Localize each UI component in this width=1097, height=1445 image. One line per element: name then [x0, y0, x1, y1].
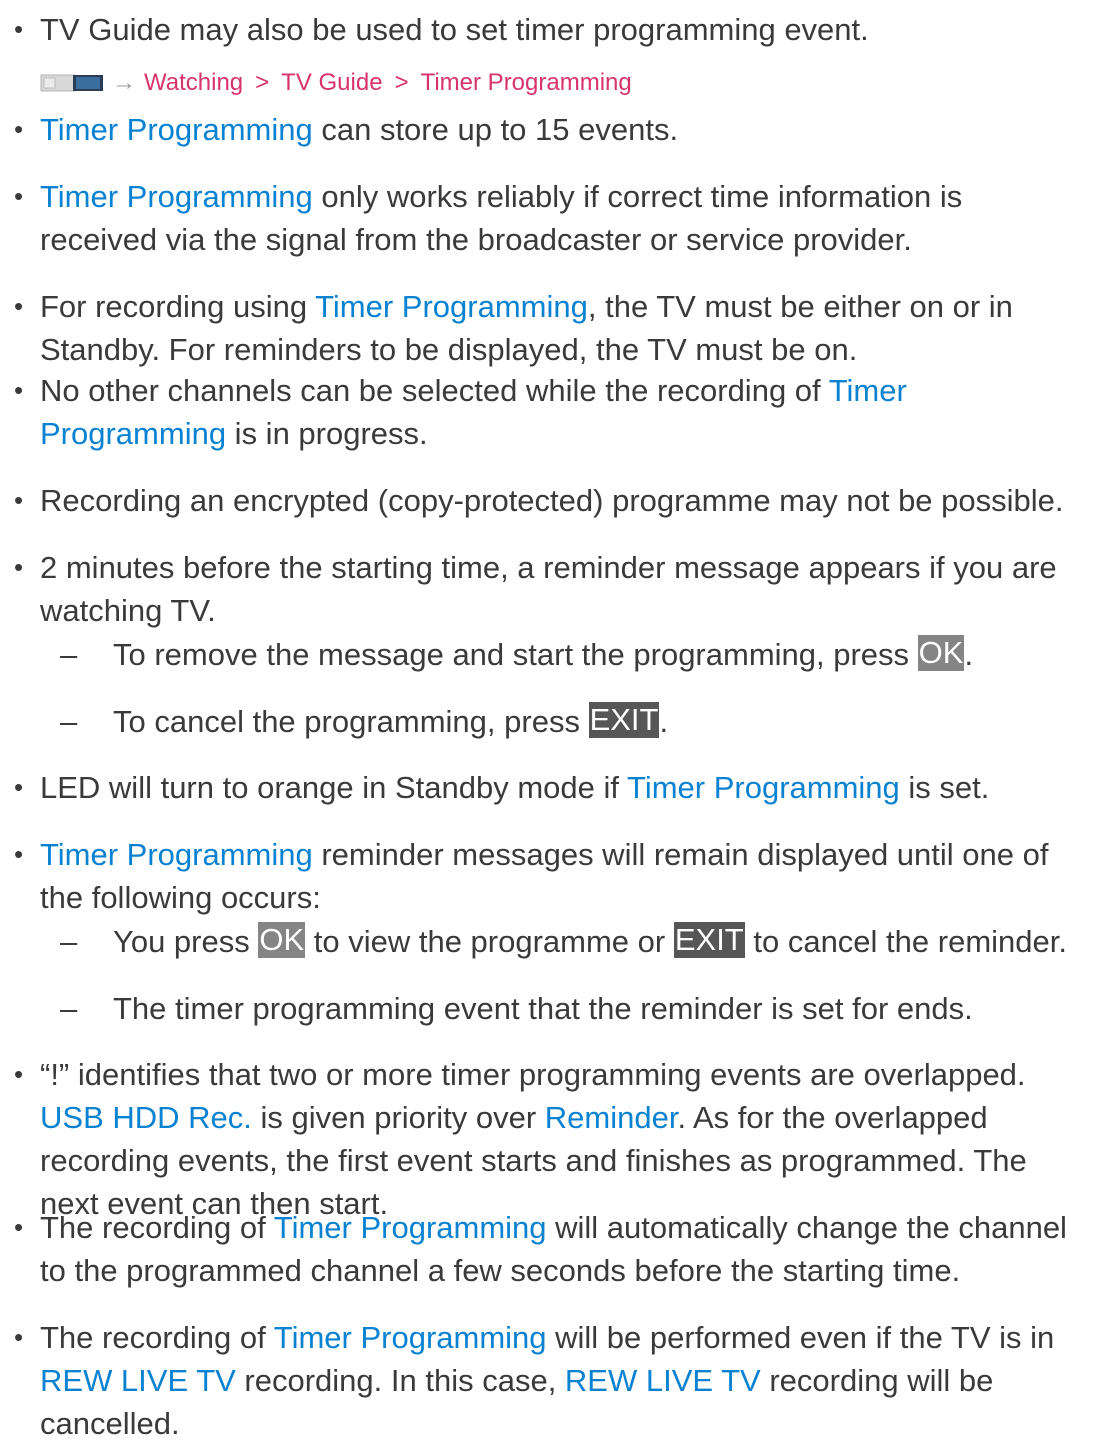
ok-key: OK [258, 922, 306, 958]
rew-live-tv-link[interactable]: REW LIVE TV [40, 1363, 236, 1398]
help-page: • TV Guide may also be used to set timer… [0, 0, 1097, 1443]
breadcrumb-item-watching[interactable]: Watching [144, 63, 243, 103]
bullet: • [14, 552, 24, 582]
list-item: • Timer Programming only works reliably … [0, 175, 1075, 261]
sub-item-text: To cancel the programming, press EXIT. [113, 702, 669, 739]
item-text: The recording of Timer Programming will … [40, 1320, 1055, 1441]
item-text: Timer Programming can store up to 15 eve… [40, 112, 679, 147]
breadcrumb-separator: > [255, 69, 270, 96]
usb-hdd-rec-link[interactable]: USB HDD Rec. [40, 1100, 252, 1135]
item-text: No other channels can be selected while … [40, 373, 907, 451]
timer-programming-link[interactable]: Timer Programming [274, 1210, 547, 1245]
list-item: • The recording of Timer Programming wil… [0, 1206, 1075, 1292]
list-item: • Timer Programming can store up to 15 e… [0, 108, 1075, 151]
item-text: “!” identifies that two or more timer pr… [40, 1057, 1027, 1221]
item-text: The recording of Timer Programming will … [40, 1210, 1067, 1288]
list-item: • The recording of Timer Programming wil… [0, 1316, 1075, 1445]
item-text: 2 minutes before the starting time, a re… [40, 550, 1057, 628]
reminder-link[interactable]: Reminder [545, 1100, 678, 1135]
breadcrumb: → Watching > TV Guide > Timer Programmin… [40, 63, 632, 103]
dash: – [60, 924, 78, 959]
list-item: • For recording using Timer Programming,… [0, 285, 1075, 371]
breadcrumb-separator: > [394, 69, 409, 96]
bullet: • [14, 839, 24, 869]
bullet: • [14, 114, 24, 144]
breadcrumb-item-timer-programming[interactable]: Timer Programming [421, 63, 632, 103]
bullet: • [14, 1059, 24, 1089]
rew-live-tv-link[interactable]: REW LIVE TV [565, 1363, 761, 1398]
bullet: • [14, 375, 24, 405]
timer-programming-link[interactable]: Timer Programming [40, 179, 313, 214]
sub-item-text: The timer programming event that the rem… [113, 991, 973, 1026]
sub-list-item: – The timer programming event that the r… [60, 987, 1090, 1030]
exit-key: EXIT [588, 702, 660, 738]
tv-menu-icon [40, 74, 103, 92]
item-text: TV Guide may also be used to set timer p… [40, 12, 869, 47]
sub-list-item: – You press OK to view the programme or … [60, 920, 1090, 963]
ok-key: OK [917, 635, 965, 671]
arrow-right-icon: → [112, 69, 136, 96]
exit-key: EXIT [673, 922, 745, 958]
sub-item-text: You press OK to view the programme or EX… [113, 922, 1067, 959]
list-item: • 2 minutes before the starting time, a … [0, 546, 1075, 632]
bullet: • [14, 14, 24, 44]
bullet: • [14, 485, 24, 515]
list-item: • No other channels can be selected whil… [0, 369, 1075, 455]
bullet: • [14, 181, 24, 211]
breadcrumb-item-tv-guide[interactable]: TV Guide [281, 63, 382, 103]
bullet: • [14, 1212, 24, 1242]
bullet: • [14, 1322, 24, 1352]
list-item: • Recording an encrypted (copy-protected… [0, 479, 1075, 522]
dash: – [60, 704, 78, 739]
item-text: Timer Programming only works reliably if… [40, 179, 963, 257]
bullet: • [14, 772, 24, 802]
timer-programming-link[interactable]: Timer Programming [627, 770, 900, 805]
timer-programming-link[interactable]: Timer Programming [40, 112, 313, 147]
dash: – [60, 637, 78, 672]
list-item: • LED will turn to orange in Standby mod… [0, 766, 1075, 809]
timer-programming-link[interactable]: Timer Programming [315, 289, 588, 324]
timer-programming-link[interactable]: Timer Programming [40, 837, 313, 872]
dash: – [60, 991, 78, 1026]
bullet: • [14, 291, 24, 321]
item-text: Recording an encrypted (copy-protected) … [40, 483, 1064, 518]
sub-item-text: To remove the message and start the prog… [113, 635, 974, 672]
item-text: LED will turn to orange in Standby mode … [40, 770, 990, 805]
list-item: • “!” identifies that two or more timer … [0, 1053, 1075, 1225]
list-item: • Timer Programming reminder messages wi… [0, 833, 1075, 919]
sub-list-item: – To remove the message and start the pr… [60, 633, 1090, 676]
timer-programming-link[interactable]: Timer Programming [274, 1320, 547, 1355]
item-text: For recording using Timer Programming, t… [40, 289, 1013, 367]
item-text: Timer Programming reminder messages will… [40, 837, 1049, 915]
sub-list-item: – To cancel the programming, press EXIT. [60, 700, 1090, 743]
list-item: • TV Guide may also be used to set timer… [0, 8, 1075, 51]
